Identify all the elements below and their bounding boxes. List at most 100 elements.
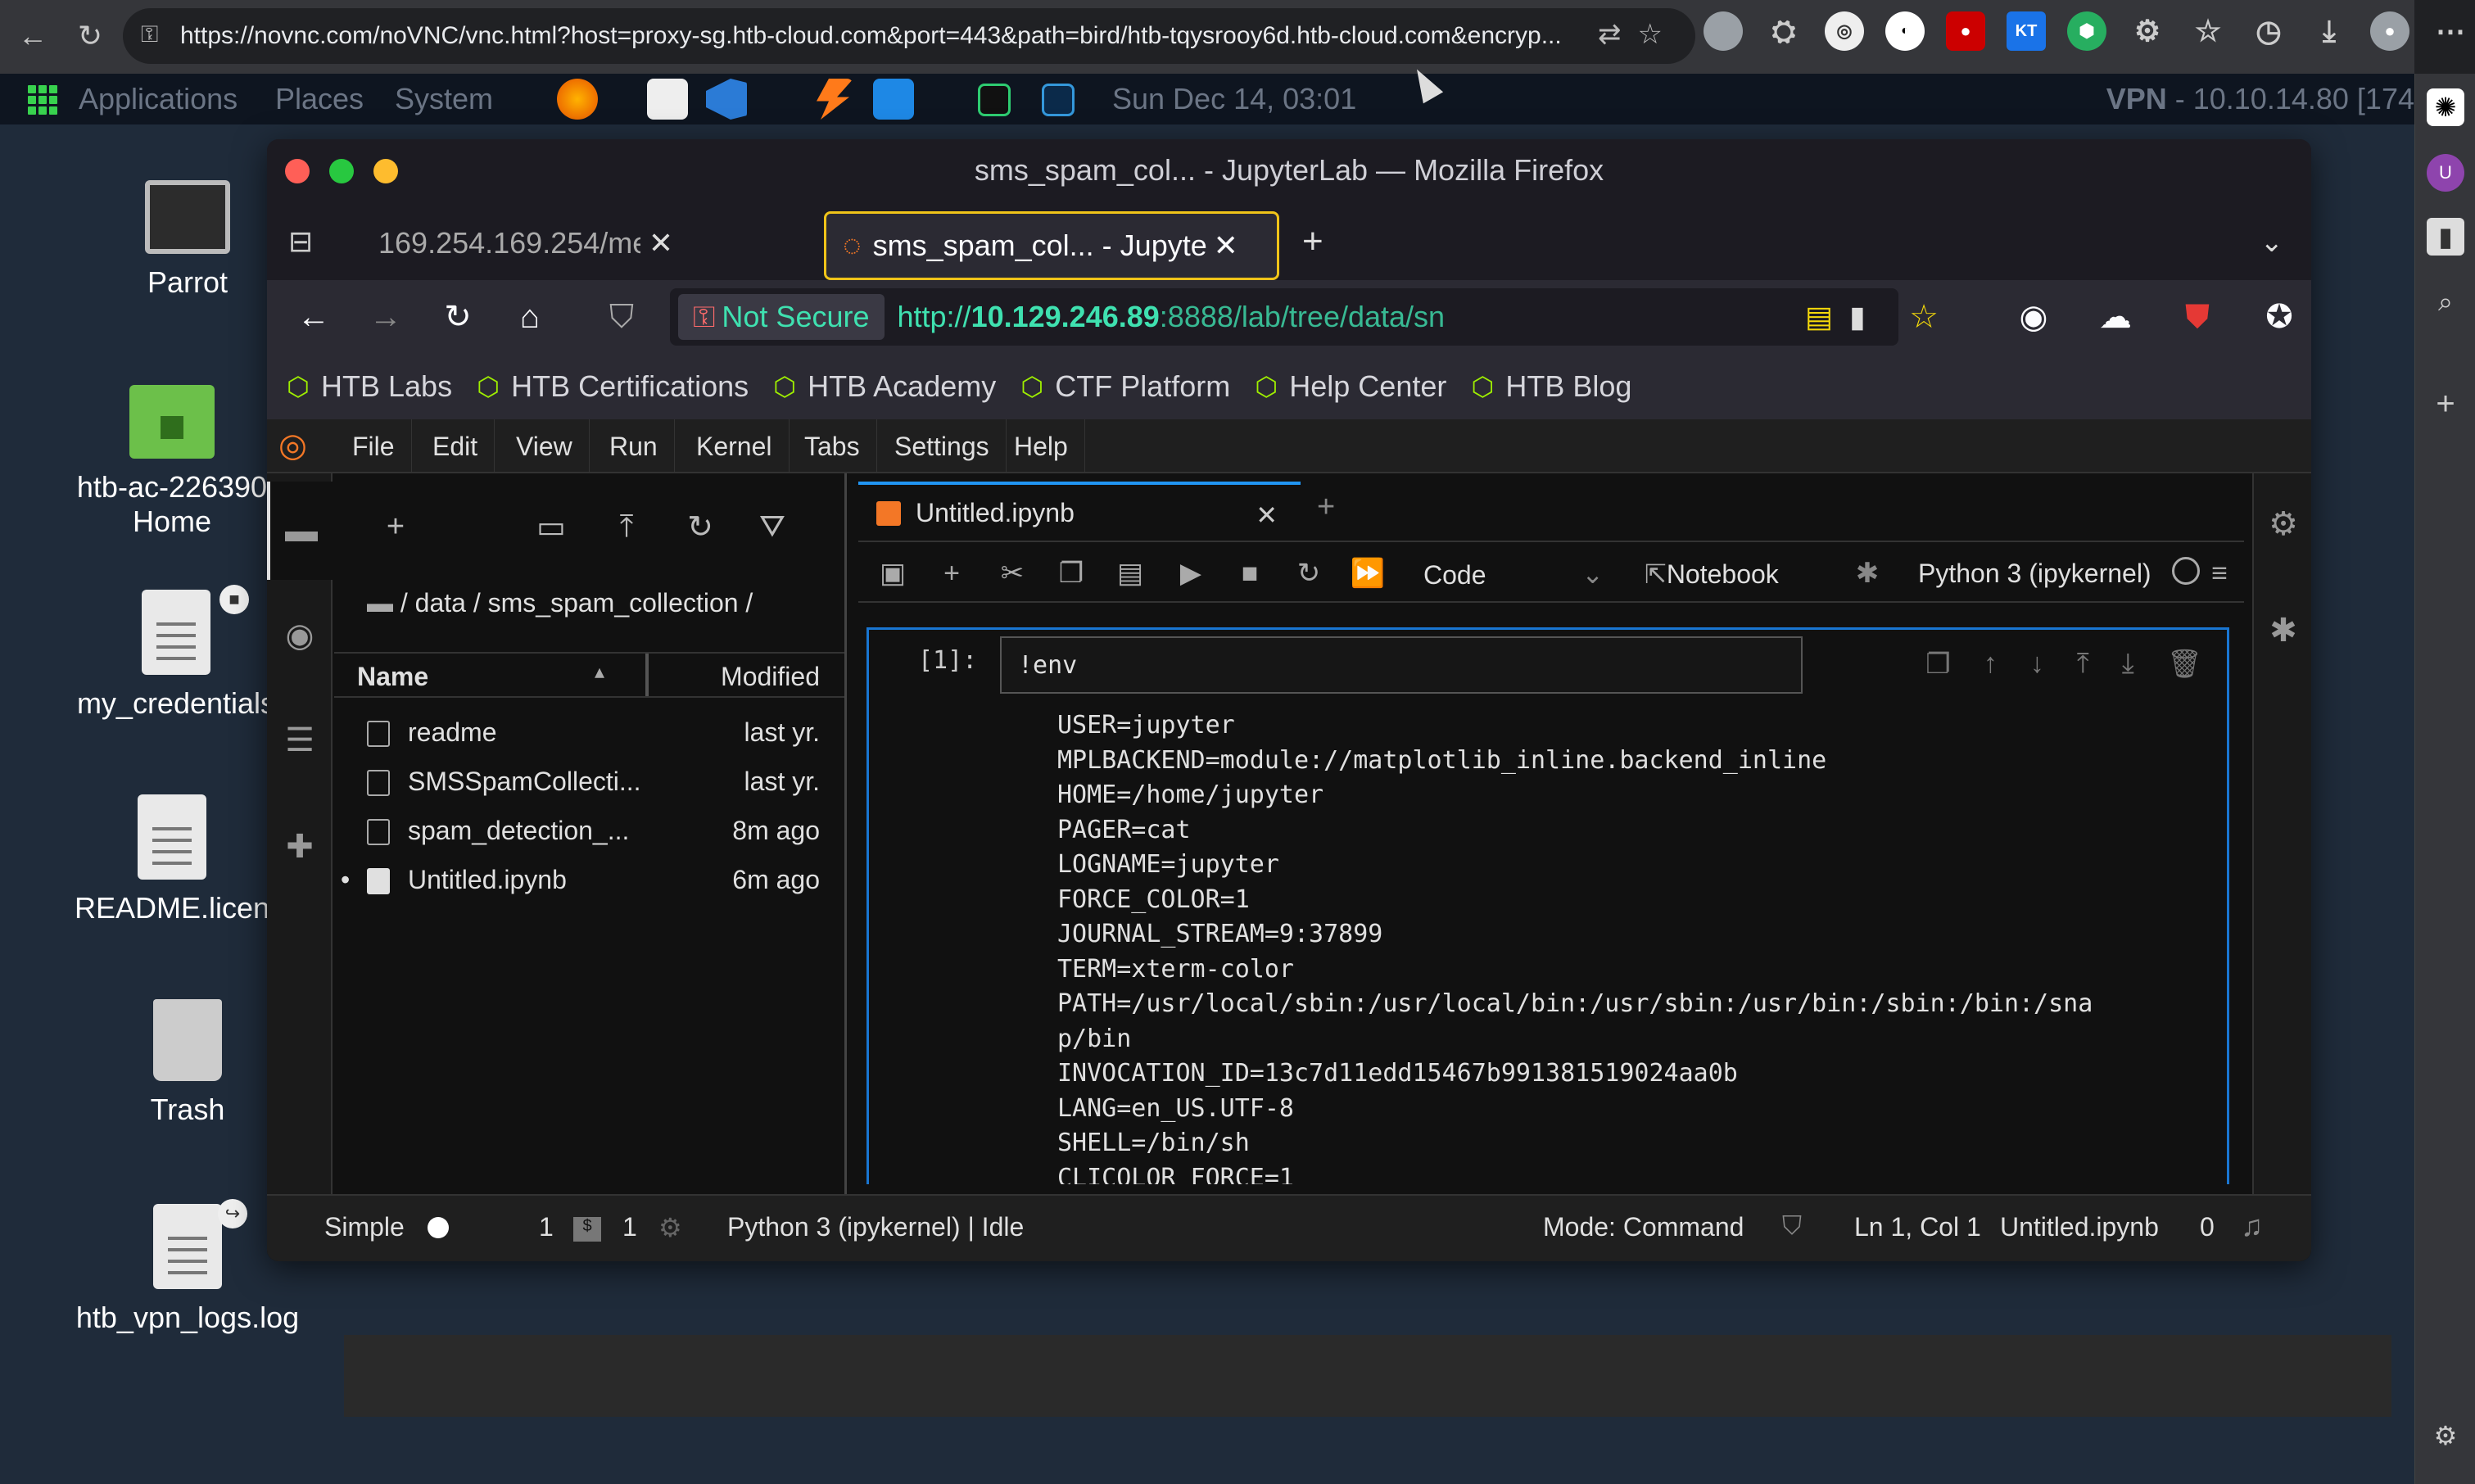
- cursor-position[interactable]: Ln 1, Col 1: [1854, 1212, 1981, 1242]
- tab-overview-icon[interactable]: ⊟: [288, 224, 313, 259]
- tab-jupyterlab[interactable]: ◌ sms_spam_col... - Jupyte ✕: [824, 211, 1279, 280]
- extension-icon[interactable]: ✪: [2257, 295, 2301, 339]
- app-launcher-icon[interactable]: [873, 79, 914, 120]
- tab-metadata[interactable]: 169.254.169.254/metadata/v ✕: [362, 208, 690, 278]
- close-window-button[interactable]: [285, 159, 310, 183]
- run-all-fast-forward-icon[interactable]: ⏩: [1350, 555, 1386, 591]
- firefox-launcher-icon[interactable]: [557, 79, 598, 120]
- insert-above-icon[interactable]: ⤒: [2077, 648, 2089, 681]
- file-row[interactable]: • Untitled.ipynb 6m ago: [334, 857, 844, 904]
- extension-icon[interactable]: ●: [1946, 11, 1985, 51]
- minimize-window-button[interactable]: [373, 159, 398, 183]
- file-row[interactable]: SMSSpamCollecti... last yr.: [334, 758, 844, 806]
- terminal-launcher-icon[interactable]: [978, 84, 1011, 116]
- vscode-launcher-icon[interactable]: [706, 79, 747, 120]
- extensions-icon[interactable]: ⚙: [2128, 11, 2167, 51]
- menu-kernel[interactable]: Kernel: [680, 419, 790, 473]
- property-inspector-gears-icon[interactable]: ⚙: [2262, 503, 2305, 545]
- insert-below-icon[interactable]: ⤓: [2122, 648, 2134, 681]
- powershell-launcher-icon[interactable]: [1042, 84, 1075, 116]
- kernel-gear-icon[interactable]: ⚙: [658, 1212, 682, 1243]
- new-launcher-plus-icon[interactable]: +: [375, 506, 416, 547]
- bookmark-help-center[interactable]: ⬡ Help Center: [1255, 369, 1446, 404]
- duplicate-cell-icon[interactable]: ❐: [1925, 648, 1950, 681]
- panel-menu-places[interactable]: Places: [275, 82, 364, 116]
- translate-and-bookmark-icons[interactable]: ⇄☆: [1598, 18, 1679, 51]
- code-cell[interactable]: [1]: !env ❐ ↑ ↓ ⤒ ⤓ 🗑 USER=jupyter MPLBA…: [866, 627, 2229, 1184]
- kt-extension-icon[interactable]: KT: [2007, 11, 2046, 51]
- file-row[interactable]: readme last yr.: [334, 709, 844, 757]
- open-notebook-button[interactable]: ⇱Notebook: [1645, 559, 1779, 590]
- download-icon[interactable]: ⤓: [2310, 11, 2349, 51]
- table-of-contents-icon[interactable]: ☰: [278, 719, 321, 762]
- reader-view-icon[interactable]: ▤: [1805, 300, 1833, 334]
- not-secure-badge[interactable]: ⚿ Not Secure: [678, 294, 885, 340]
- side-app-icon[interactable]: ▮: [2427, 218, 2464, 256]
- ai-assistant-icon[interactable]: ✺: [2427, 88, 2464, 126]
- upload-icon[interactable]: ⤒: [606, 506, 647, 547]
- home-icon[interactable]: ⌂: [508, 295, 552, 339]
- bookmark-ctf-platform[interactable]: ⬡ CTF Platform: [1020, 369, 1230, 404]
- bookmark-star-icon[interactable]: ☆: [1902, 295, 1946, 339]
- column-header-name[interactable]: Name: [357, 662, 428, 692]
- cut-scissors-icon[interactable]: ✂: [994, 555, 1030, 591]
- back-arrow-icon[interactable]: ←: [292, 295, 336, 339]
- burp-launcher-icon[interactable]: [817, 79, 853, 120]
- desktop-icon-trash[interactable]: Trash: [85, 999, 290, 1127]
- extension-icon[interactable]: ◐: [1885, 11, 1925, 51]
- desktop-icon-readme[interactable]: README.licen: [66, 794, 278, 925]
- extension-dot-icon[interactable]: [1704, 11, 1743, 51]
- close-tab-icon[interactable]: ✕: [649, 226, 673, 260]
- close-tab-icon[interactable]: ✕: [1256, 500, 1278, 531]
- account-icon[interactable]: ◉: [2011, 295, 2056, 339]
- restart-kernel-icon[interactable]: ↻: [1291, 555, 1327, 591]
- ublock-icon[interactable]: ⛊: [2175, 295, 2219, 339]
- trusted-shield-icon[interactable]: ⛉: [1782, 1210, 1802, 1242]
- list-all-tabs-icon[interactable]: ⌄: [2260, 226, 2284, 259]
- notification-bell-icon[interactable]: ♫: [2241, 1209, 2263, 1243]
- simple-mode-toggle[interactable]: [428, 1217, 449, 1238]
- tracking-protection-shield-icon[interactable]: ⛉: [600, 295, 644, 339]
- settings-gear-icon[interactable]: ⚙: [2427, 1417, 2464, 1455]
- menu-run[interactable]: Run: [593, 419, 675, 473]
- paste-icon[interactable]: ▤: [1112, 555, 1148, 591]
- maximize-window-button[interactable]: [329, 159, 354, 183]
- debugger-bug-icon[interactable]: ✱: [1849, 555, 1885, 591]
- host-address-bar[interactable]: ⚿ https://novnc.com/noVNC/vnc.html?host=…: [123, 8, 1695, 64]
- terminal-icon[interactable]: $: [573, 1217, 601, 1242]
- menu-tabs[interactable]: Tabs: [788, 419, 877, 473]
- panel-menu-applications[interactable]: Applications: [79, 82, 238, 116]
- back-arrow-icon[interactable]: ←: [8, 11, 57, 61]
- desktop-icon-parrot[interactable]: Parrot: [85, 180, 290, 300]
- reload-icon[interactable]: ↻: [66, 11, 115, 61]
- column-header-modified[interactable]: Modified: [721, 662, 820, 692]
- extension-puzzle-icon[interactable]: ⛭: [1764, 11, 1803, 51]
- desktop-icon-my-credentials[interactable]: my_credentials ■: [57, 585, 295, 721]
- apps-grid-icon[interactable]: [28, 85, 57, 115]
- site-info-icon[interactable]: ⚿: [141, 21, 165, 51]
- desktop-icon-home[interactable]: htb-ac-226390 Home: [66, 385, 278, 539]
- file-row[interactable]: spam_detection_... 8m ago: [334, 808, 844, 855]
- stop-square-icon[interactable]: ■: [1232, 555, 1268, 591]
- save-icon[interactable]: ▣: [875, 555, 911, 591]
- panel-menu-system[interactable]: System: [395, 82, 493, 116]
- refresh-icon[interactable]: ↻: [680, 506, 721, 547]
- close-tab-icon[interactable]: ✕: [1214, 228, 1238, 263]
- history-icon[interactable]: ◷: [2249, 11, 2288, 51]
- filter-icon[interactable]: ⛛: [752, 506, 793, 547]
- page-action-icon[interactable]: ▮: [1849, 300, 1866, 334]
- add-icon[interactable]: +: [2427, 385, 2464, 423]
- file-browser-folder-icon[interactable]: ▬: [267, 482, 333, 580]
- bookmark-htb-blog[interactable]: ⬡ HTB Blog: [1471, 369, 1631, 404]
- menu-edit[interactable]: Edit: [416, 419, 495, 473]
- move-down-arrow-icon[interactable]: ↓: [2030, 648, 2044, 681]
- forward-arrow-icon[interactable]: →: [364, 295, 408, 339]
- extension-manager-puzzle-icon[interactable]: ✚: [278, 826, 321, 868]
- property-inspector-menu-icon[interactable]: ≡: [2201, 555, 2237, 591]
- run-play-icon[interactable]: ▶: [1173, 555, 1209, 591]
- kernel-name[interactable]: Python 3 (ipykernel): [1918, 559, 2151, 589]
- url-bar[interactable]: ⚿ Not Secure http:// 10.129.246.89 :8888/…: [670, 288, 1898, 346]
- menu-settings[interactable]: Settings: [878, 419, 1007, 473]
- extension-icon[interactable]: ◎: [1825, 11, 1864, 51]
- text-editor-launcher-icon[interactable]: [647, 79, 688, 120]
